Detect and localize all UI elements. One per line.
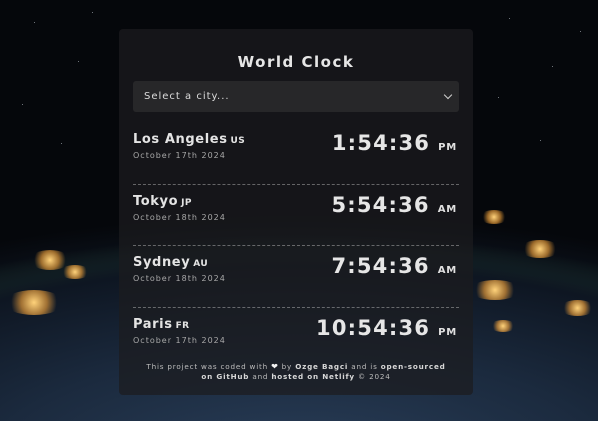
city-name: Paris FR (133, 316, 190, 332)
heart-icon: ❤ (271, 362, 279, 371)
city-time: 10:54:36 PM (316, 316, 457, 340)
city-name: Los Angeles US (133, 132, 246, 147)
country-code: US (230, 136, 246, 146)
clock-time: 10:54:36 (316, 315, 431, 340)
footer-credits: This project was coded with ❤ by Ozge Ba… (146, 362, 446, 381)
city-time: 7:54:36 AM (331, 254, 457, 278)
clock-time: 7:54:36 (331, 254, 430, 278)
city-select[interactable]: Select a city... (133, 81, 459, 112)
chevron-down-icon (443, 90, 453, 100)
netlify-link[interactable]: hosted on Netlify (271, 372, 355, 381)
city-date: October 18th 2024 (133, 212, 226, 222)
clock-row-sydney: Sydney AU October 18th 2024 7:54:36 AM (133, 246, 459, 308)
city-time: 1:54:36 PM (332, 131, 457, 155)
city-time: 5:54:36 AM (331, 193, 457, 217)
city-date: October 18th 2024 (133, 274, 226, 283)
city-date: October 17th 2024 (133, 151, 226, 160)
clock-time: 5:54:36 (331, 192, 430, 217)
country-code: AU (193, 259, 209, 269)
clock-row-tokyo: Tokyo JP October 18th 2024 5:54:36 AM (133, 185, 459, 246)
clock-time: 1:54:36 (331, 131, 431, 155)
clock-row-paris: Paris FR October 17th 2024 10:54:36 PM (133, 308, 459, 370)
country-code: FR (175, 320, 190, 331)
world-clock-card: World Clock Select a city... Los Angeles… (119, 29, 473, 395)
city-date: October 17th 2024 (133, 335, 226, 345)
author-link[interactable]: Ozge Bagci (295, 362, 348, 371)
clock-row-los-angeles: Los Angeles US October 17th 2024 1:54:36 … (133, 123, 459, 185)
clock-period: PM (438, 326, 457, 338)
clock-period: AM (437, 203, 457, 215)
clock-period: AM (437, 265, 457, 276)
city-name: Tokyo JP (133, 193, 192, 209)
clock-list: Los Angeles US October 17th 2024 1:54:36 … (133, 123, 459, 369)
city-select-placeholder: Select a city... (144, 91, 230, 102)
page-title: World Clock (237, 53, 355, 71)
clock-period: PM (438, 142, 457, 153)
country-code: JP (181, 197, 192, 208)
city-name: Sydney AU (133, 255, 209, 270)
